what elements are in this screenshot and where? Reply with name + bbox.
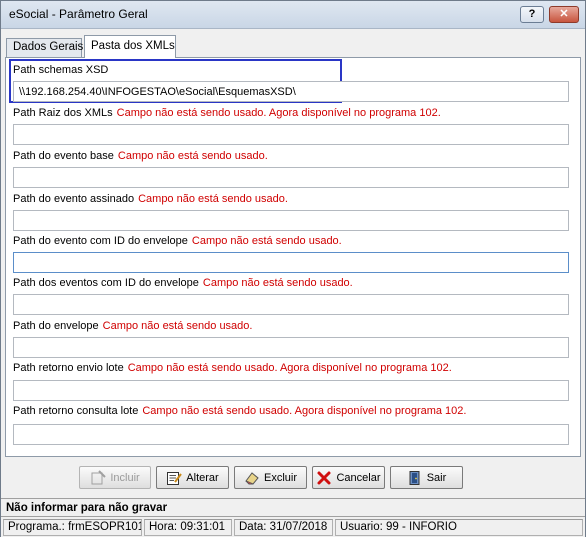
- field-label-text: Path schemas XSD: [13, 64, 109, 76]
- field-warning: Campo não está sendo usado. Agora dispon…: [116, 107, 441, 119]
- edit-document-icon: [166, 470, 183, 486]
- field-label-retorno-envio: Path retorno envio lote Campo não está se…: [13, 362, 452, 374]
- cancelar-label: Cancelar: [336, 471, 381, 484]
- field-warning: Campo não está sendo usado. Agora dispon…: [127, 362, 452, 374]
- red-x-icon: [316, 470, 332, 486]
- tab-dados-gerais[interactable]: Dados Gerais: [6, 38, 83, 57]
- status-programa: Programa.: frmESOPR101: [3, 519, 142, 536]
- eventos-id-envelope-input[interactable]: [13, 294, 569, 315]
- field-label-text: Path do evento com ID do envelope: [13, 235, 188, 247]
- envelope-input[interactable]: [13, 337, 569, 358]
- field-label-schemas-xsd: Path schemas XSD: [13, 64, 108, 76]
- status-message: Não informar para não gravar: [1, 498, 585, 516]
- field-label-text: Path do envelope: [13, 320, 99, 332]
- field-label-text: Path Raiz dos XMLs: [13, 107, 113, 119]
- sair-button[interactable]: Sair: [390, 466, 463, 489]
- field-label-text: Path retorno envio lote: [13, 362, 124, 374]
- field-warning: Campo não está sendo usado.: [191, 235, 342, 247]
- field-label-text: Path do evento base: [13, 150, 114, 162]
- field-label-text: Path do evento assinado: [13, 193, 135, 205]
- raiz-xmls-input[interactable]: [13, 124, 569, 145]
- excluir-button[interactable]: Excluir: [234, 466, 307, 489]
- excluir-label: Excluir: [263, 471, 297, 484]
- field-label-evento-assinado: Path do evento assinado Campo não está se…: [13, 193, 288, 205]
- xml-folders-panel: Path schemas XSD Path Raiz dos XMLsCampo…: [5, 57, 581, 457]
- field-label-raiz-xmls: Path Raiz dos XMLs Campo não está sendo u…: [13, 107, 441, 119]
- field-label-evento-id-envelope: Path do evento com ID do envelope Campo n…: [13, 235, 342, 247]
- cancelar-button[interactable]: Cancelar: [312, 466, 385, 489]
- exit-door-icon: [407, 470, 423, 486]
- incluir-label: Incluir: [110, 471, 140, 484]
- alterar-label: Alterar: [186, 471, 219, 484]
- evento-id-envelope-input[interactable]: [13, 252, 569, 273]
- window-title: eSocial - Parâmetro Geral: [9, 7, 148, 21]
- status-data: Data: 31/07/2018: [234, 519, 333, 536]
- status-usuario: Usuario: 99 - INFORIO: [335, 519, 583, 536]
- field-label-text: Path dos eventos com ID do envelope: [13, 277, 199, 289]
- title-bar[interactable]: eSocial - Parâmetro Geral ? ✕: [1, 1, 585, 29]
- field-label-envelope: Path do envelope Campo não está sendo usa…: [13, 320, 252, 332]
- eraser-icon: [244, 470, 260, 486]
- esocial-window: eSocial - Parâmetro Geral ? ✕ Dados Gera…: [0, 0, 586, 537]
- alterar-button[interactable]: Alterar: [156, 466, 229, 489]
- retorno-envio-input[interactable]: [13, 380, 569, 401]
- field-label-evento-base: Path do evento base Campo não está sendo …: [13, 150, 268, 162]
- field-label-eventos-id-envelope: Path dos eventos com ID do envelope Campo…: [13, 277, 353, 289]
- close-button[interactable]: ✕: [549, 6, 579, 23]
- schemas-xsd-input[interactable]: [13, 81, 569, 102]
- sair-label: Sair: [426, 471, 447, 484]
- field-label-text: Path retorno consulta lote: [13, 405, 139, 417]
- retorno-consulta-input[interactable]: [13, 424, 569, 445]
- incluir-button[interactable]: Incluir: [79, 466, 151, 489]
- field-warning: Campo não está sendo usado.: [102, 320, 253, 332]
- field-warning: Campo não está sendo usado.: [117, 150, 268, 162]
- add-record-icon: [90, 469, 107, 486]
- field-warning: Campo não está sendo usado. Agora dispon…: [142, 405, 467, 417]
- field-label-retorno-consulta: Path retorno consulta lote Campo não está…: [13, 405, 466, 417]
- status-bar: Programa.: frmESOPR101 Hora: 09:31:01 Da…: [1, 516, 585, 537]
- field-warning: Campo não está sendo usado.: [138, 193, 288, 205]
- tab-pasta-dos-xmls[interactable]: Pasta dos XMLs: [84, 35, 176, 58]
- field-warning: Campo não está sendo usado.: [202, 277, 353, 289]
- help-button[interactable]: ?: [520, 6, 544, 23]
- evento-base-input[interactable]: [13, 167, 569, 188]
- status-hora: Hora: 09:31:01: [144, 519, 232, 536]
- evento-assinado-input[interactable]: [13, 210, 569, 231]
